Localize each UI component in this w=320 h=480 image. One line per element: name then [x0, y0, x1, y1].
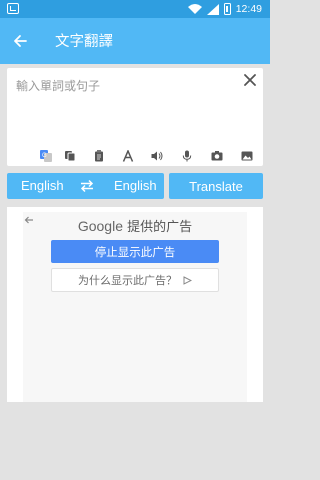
- why-ad-button[interactable]: 为什么显示此广告？: [51, 268, 219, 292]
- app-toolbar: 文字翻譯: [0, 18, 270, 64]
- image-icon[interactable]: [241, 150, 253, 162]
- status-time: 12:49: [235, 3, 262, 15]
- swap-arrows-icon[interactable]: [80, 179, 94, 193]
- why-ad-label: 为什么显示此广告？: [78, 274, 177, 287]
- input-toolbar: G: [7, 148, 263, 164]
- volume-icon[interactable]: [151, 150, 163, 162]
- signal-icon: [206, 3, 219, 15]
- page-title: 文字翻譯: [55, 34, 113, 50]
- clipboard-icon[interactable]: [93, 150, 105, 162]
- ad-panel: Google 提供的广告 停止显示此广告 为什么显示此广告？: [7, 207, 263, 402]
- ad-header: Google 提供的广告: [7, 216, 263, 235]
- arrow-back-icon: [14, 35, 27, 47]
- battery-icon: [223, 3, 231, 15]
- adchoices-play-icon: [183, 275, 192, 285]
- copy-icon[interactable]: [64, 150, 76, 162]
- stop-ad-button[interactable]: 停止显示此广告: [51, 240, 219, 263]
- status-bar: 12:49: [0, 0, 270, 18]
- ad-header-text: 提供的广告: [123, 220, 193, 235]
- back-button[interactable]: [8, 29, 32, 53]
- source-language[interactable]: English: [21, 178, 64, 193]
- wifi-icon: [187, 4, 202, 14]
- input-card: 輸入單詞或句子 G: [7, 68, 263, 166]
- svg-text:G: G: [42, 153, 47, 159]
- font-icon[interactable]: [122, 150, 134, 162]
- close-icon[interactable]: [243, 73, 257, 87]
- language-selector: English English: [7, 173, 164, 199]
- google-translate-icon[interactable]: G: [40, 150, 52, 162]
- translate-button[interactable]: Translate: [169, 173, 263, 199]
- text-input[interactable]: 輸入單詞或句子: [16, 77, 100, 94]
- target-language[interactable]: English: [114, 178, 157, 193]
- status-icons: 12:49: [187, 2, 262, 16]
- camera-icon[interactable]: [211, 150, 223, 162]
- mic-icon[interactable]: [181, 150, 193, 162]
- ad-brand: Google: [77, 218, 123, 234]
- app-notification-icon: [7, 3, 19, 14]
